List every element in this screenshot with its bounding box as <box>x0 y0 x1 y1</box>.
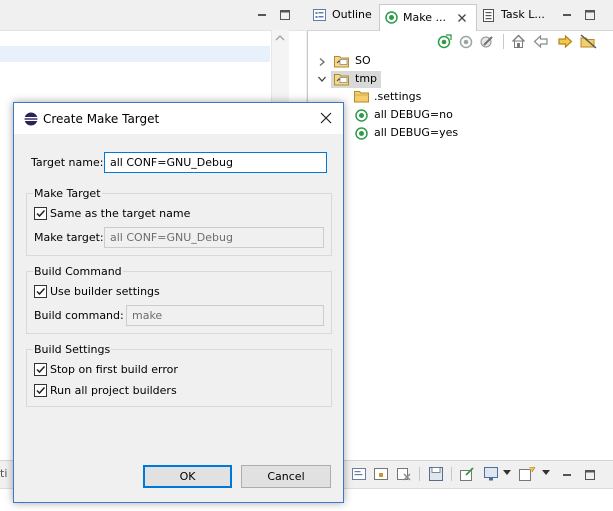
chevron-right-icon[interactable] <box>318 57 326 67</box>
task-list-icon <box>483 9 494 22</box>
outline-icon <box>313 9 326 21</box>
checkmark-icon <box>36 365 46 374</box>
tree-item-label[interactable]: .settings <box>374 89 421 105</box>
tab-outline[interactable]: Outline <box>312 5 376 25</box>
minimize-icon[interactable] <box>561 469 573 481</box>
build-settings-group <box>26 349 332 407</box>
clear-console-icon[interactable] <box>397 467 411 481</box>
use-builder-settings-checkbox[interactable] <box>34 285 47 298</box>
stop-on-first-error-label[interactable]: Stop on first build error <box>50 363 178 377</box>
target-name-input[interactable]: all CONF=GNU_Debug <box>104 152 327 173</box>
toolbar-separator <box>451 467 452 481</box>
maximize-icon[interactable] <box>584 9 596 21</box>
run-all-builders-checkbox[interactable] <box>34 384 47 397</box>
tree-item-label[interactable]: SO <box>355 53 371 69</box>
forward-icon[interactable] <box>557 34 573 49</box>
editor-selected-row <box>0 46 270 62</box>
minimize-icon[interactable] <box>561 9 573 21</box>
toolbar-separator <box>419 467 420 481</box>
eclipse-icon <box>24 112 38 126</box>
dropdown-arrow-icon[interactable] <box>503 470 511 476</box>
build-command-input[interactable]: make <box>126 305 324 326</box>
close-icon[interactable] <box>320 112 332 124</box>
make-target-icon <box>355 109 368 122</box>
tab-make-targets[interactable]: Make ... <box>379 4 477 31</box>
hide-empty-folders-icon[interactable] <box>580 34 597 49</box>
maximize-icon[interactable] <box>279 9 291 21</box>
tab-outline-label: Outline <box>332 8 372 21</box>
display-console-icon[interactable] <box>484 467 499 481</box>
stop-on-first-error-checkbox[interactable] <box>34 363 47 376</box>
target-name-label: Target name: <box>31 156 104 169</box>
make-target-icon <box>385 11 398 24</box>
make-target-icon <box>355 127 368 140</box>
dialog-title: Create Make Target <box>43 112 160 126</box>
tab-task-list-label: Task L... <box>501 8 545 21</box>
run-all-builders-label[interactable]: Run all project builders <box>50 384 177 398</box>
project-folder-icon <box>334 56 349 68</box>
home-icon[interactable] <box>511 34 526 49</box>
minimize-icon[interactable] <box>256 9 268 21</box>
scroll-up-icon[interactable] <box>275 34 285 42</box>
build-target-icon[interactable] <box>437 34 452 49</box>
scroll-lock-icon[interactable] <box>374 467 388 481</box>
build-settings-group-title: Build Settings <box>33 343 112 357</box>
back-icon[interactable] <box>533 34 549 49</box>
use-builder-settings-label[interactable]: Use builder settings <box>50 285 160 299</box>
make-target-group-title: Make Target <box>33 187 102 201</box>
save-icon[interactable] <box>429 467 443 481</box>
console-icon[interactable] <box>352 467 366 481</box>
create-make-target-dialog: Create Make Target Target name: all CONF… <box>13 102 344 503</box>
pin-console-icon[interactable] <box>460 467 475 481</box>
same-as-target-name-label[interactable]: Same as the target name <box>50 207 190 221</box>
build-command-group-title: Build Command <box>33 265 123 279</box>
make-targets-view <box>307 0 613 460</box>
new-target-icon[interactable] <box>459 34 474 49</box>
bottom-tab-partial-label[interactable]: ti <box>0 467 7 480</box>
edit-target-icon[interactable] <box>480 34 495 49</box>
chevron-down-icon[interactable] <box>317 75 327 83</box>
close-tab-icon[interactable] <box>457 13 467 23</box>
folder-icon <box>354 91 369 103</box>
tree-item-label[interactable]: all DEBUG=yes <box>374 125 458 141</box>
toolbar-separator <box>503 34 504 49</box>
cancel-button[interactable]: Cancel <box>241 465 331 488</box>
maximize-icon[interactable] <box>584 469 596 481</box>
checkmark-icon <box>36 209 46 218</box>
make-target-label: Make target: <box>34 231 104 244</box>
project-folder-open-icon <box>334 74 349 86</box>
open-console-icon[interactable] <box>519 467 535 481</box>
tab-task-list[interactable]: Task L... <box>481 5 551 25</box>
build-command-label: Build command: <box>34 309 124 322</box>
make-target-input[interactable]: all CONF=GNU_Debug <box>104 227 324 248</box>
tree-item-label[interactable]: all DEBUG=no <box>374 107 453 123</box>
tab-make-targets-label: Make ... <box>403 11 446 24</box>
dropdown-arrow-icon[interactable] <box>542 470 550 476</box>
checkmark-icon <box>36 287 46 296</box>
ok-button[interactable]: OK <box>143 465 232 488</box>
same-as-target-name-checkbox[interactable] <box>34 207 47 220</box>
checkmark-icon <box>36 386 46 395</box>
tree-item-label[interactable]: tmp <box>355 71 377 87</box>
